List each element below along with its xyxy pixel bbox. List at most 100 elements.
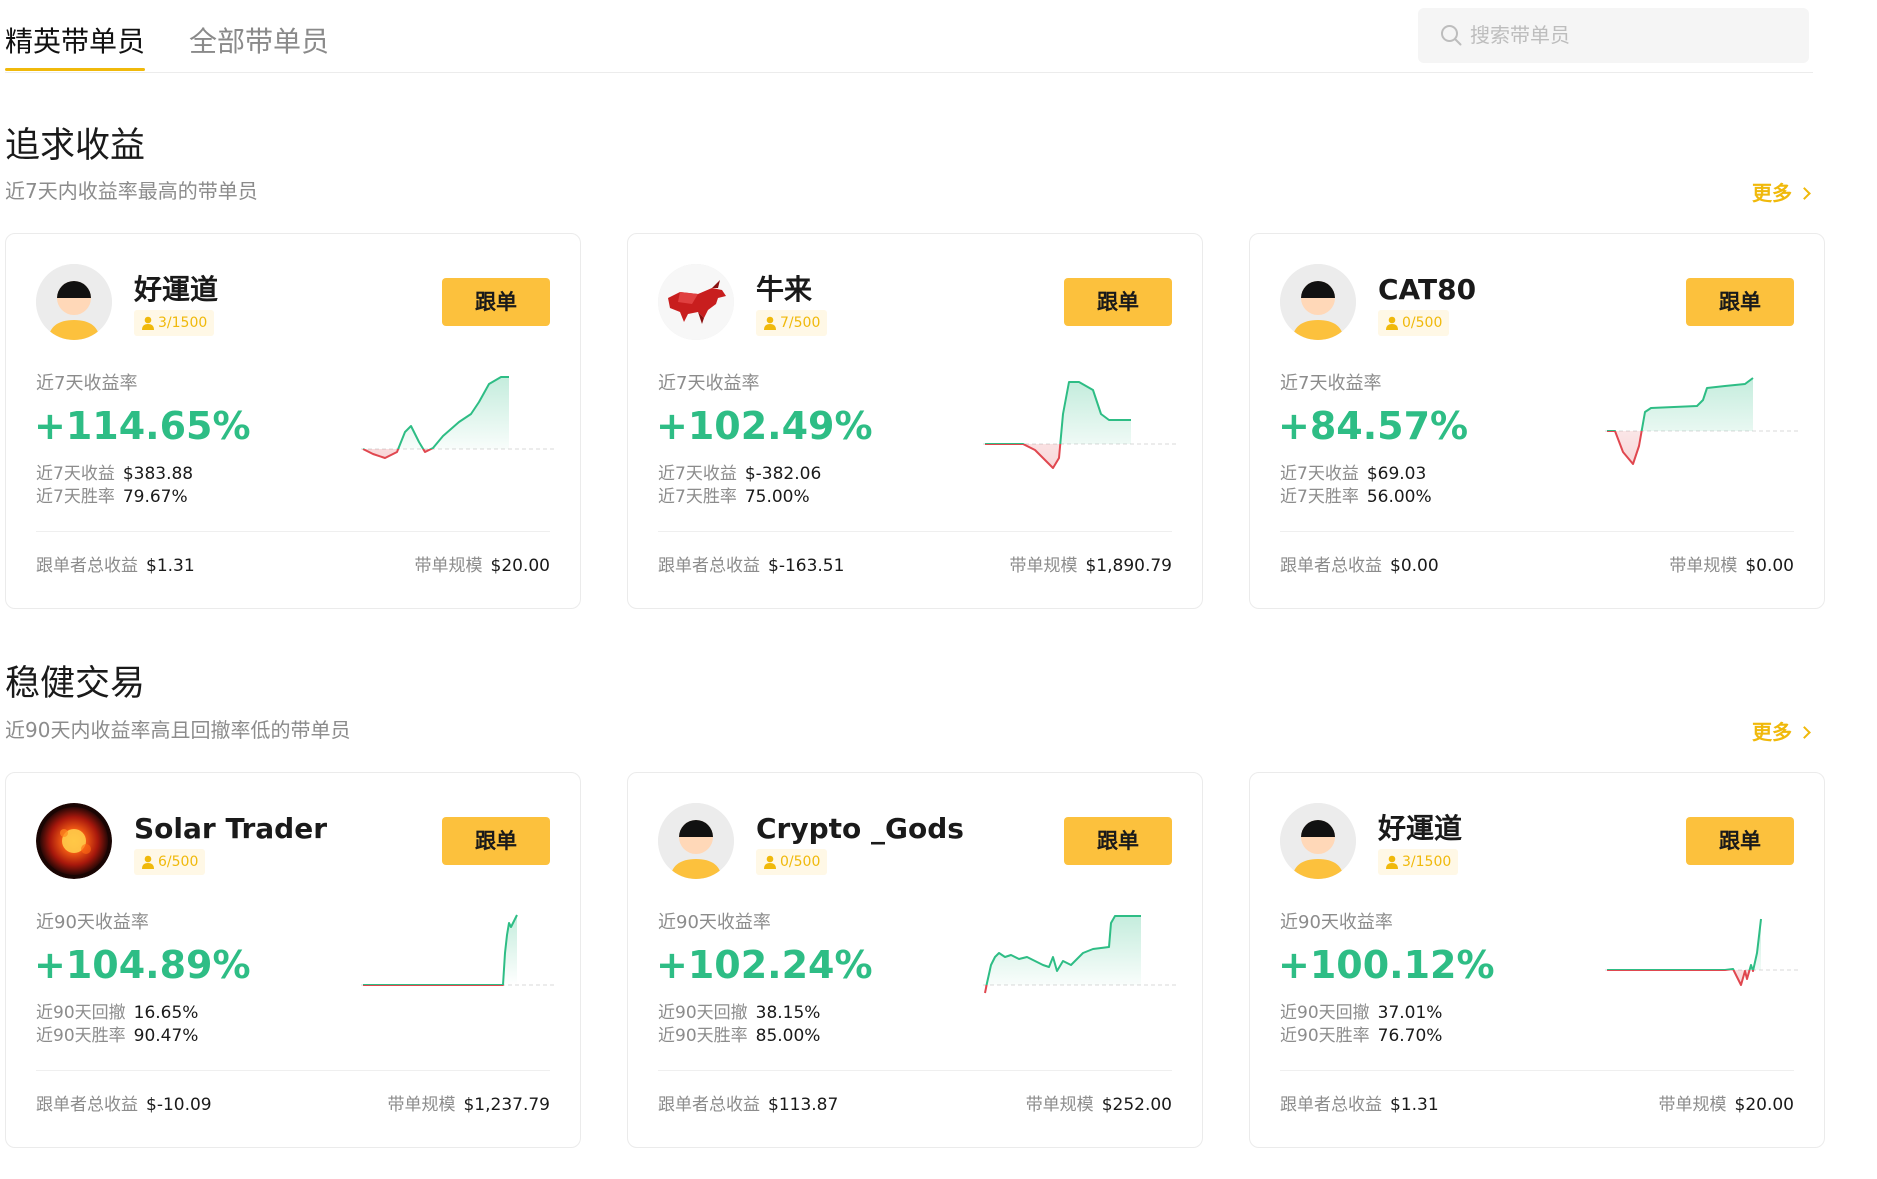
follower-pnl-label: 跟单者总收益: [36, 1095, 138, 1115]
follower-pnl-value: $1.31: [146, 556, 195, 576]
follower-pnl: 跟单者总收益 $113.87: [658, 1093, 838, 1117]
trader-name[interactable]: Crypto _Gods: [756, 811, 964, 847]
follower-count: 7/500: [780, 315, 821, 331]
stat-label: 近7天胜率: [36, 487, 115, 507]
trader-name[interactable]: 好運道: [1378, 811, 1462, 847]
stat-label: 近7天收益: [36, 464, 115, 484]
aum: 带单规模 $1,890.79: [1009, 554, 1172, 578]
trader-card[interactable]: Crypto _Gods 0/500 跟单 近90天收益率 +102.24% 近90天回撤…: [627, 772, 1203, 1148]
stat-row: 近90天回撤 16.65%: [36, 1001, 198, 1025]
pnl-sparkline: [361, 913, 556, 1023]
stat-label: 近7天收益: [658, 464, 737, 484]
follower-pnl-label: 跟单者总收益: [36, 556, 138, 576]
tab-all-traders[interactable]: 全部带单员: [189, 24, 329, 60]
divider: [658, 1070, 1172, 1071]
follower-count: 6/500: [158, 854, 199, 870]
stat-row: 近7天胜率 75.00%: [658, 485, 810, 509]
search-placeholder: 搜索带单员: [1470, 23, 1570, 47]
stat-row: 近7天收益 $-382.06: [658, 462, 821, 486]
person-icon: [764, 855, 776, 869]
stat-row: 近7天胜率 56.00%: [1280, 485, 1432, 509]
follower-pnl: 跟单者总收益 $-163.51: [658, 554, 844, 578]
avatar[interactable]: [36, 264, 112, 340]
aum-label: 带单规模: [1025, 1095, 1094, 1115]
aum-value: $1,237.79: [463, 1095, 550, 1115]
search-input[interactable]: 搜索带单员: [1418, 8, 1809, 63]
trader-card[interactable]: 好運道 3/1500 跟单 近90天收益率 +100.12% 近90天回撤 37.01% 近9…: [1249, 772, 1825, 1148]
follow-button[interactable]: 跟单: [1686, 817, 1794, 865]
trader-card[interactable]: 好運道 3/1500 跟单 近7天收益率 +114.65% 近7天收益 $383.88 近7天…: [5, 233, 581, 609]
trader-card[interactable]: 牛来 7/500 跟单 近7天收益率 +102.49% 近7天收益 $-382.06 近7天胜…: [627, 233, 1203, 609]
more-label: 更多: [1752, 181, 1792, 205]
follower-count-badge: 3/1500: [134, 310, 215, 336]
more-link-steady[interactable]: 更多: [1752, 719, 1811, 745]
follower-pnl-value: $1.31: [1390, 1095, 1439, 1115]
stat-value: 75.00%: [744, 487, 810, 507]
follow-button[interactable]: 跟单: [442, 817, 550, 865]
trader-card[interactable]: CAT80 0/500 跟单 近7天收益率 +84.57% 近7天收益 $69.03 近7天胜…: [1249, 233, 1825, 609]
follower-pnl-label: 跟单者总收益: [1280, 556, 1382, 576]
person-icon: [142, 316, 154, 330]
stat-value: 37.01%: [1377, 1003, 1443, 1023]
aum-label: 带单规模: [1009, 556, 1078, 576]
stat-value: 16.65%: [133, 1003, 199, 1023]
stat-row: 近7天收益 $383.88: [36, 462, 193, 486]
trader-name[interactable]: Solar Trader: [134, 811, 327, 847]
stat-row: 近90天胜率 76.70%: [1280, 1024, 1442, 1048]
aum-value: $1,890.79: [1085, 556, 1172, 576]
stat-label: 近90天胜率: [1280, 1026, 1370, 1046]
follower-count-badge: 0/500: [756, 849, 828, 875]
metric-label: 近90天收益率: [1280, 912, 1393, 933]
aum-label: 带单规模: [1658, 1095, 1727, 1115]
follower-count: 0/500: [1402, 315, 1443, 331]
stat-value: $383.88: [122, 464, 194, 484]
follower-count-badge: 7/500: [756, 310, 828, 336]
follow-button[interactable]: 跟单: [1686, 278, 1794, 326]
follow-button[interactable]: 跟单: [1064, 817, 1172, 865]
pnl-sparkline: [1605, 374, 1800, 484]
aum-label: 带单规模: [414, 556, 483, 576]
pnl-sparkline: [361, 374, 556, 484]
stat-label: 近7天收益: [1280, 464, 1359, 484]
avatar[interactable]: [36, 803, 112, 879]
follower-pnl: 跟单者总收益 $0.00: [1280, 554, 1439, 578]
tab-elite-traders[interactable]: 精英带单员: [5, 24, 146, 71]
divider: [36, 531, 550, 532]
stat-label: 近90天回撤: [658, 1003, 748, 1023]
avatar[interactable]: [1280, 803, 1356, 879]
trader-card[interactable]: Solar Trader 6/500 跟单 近90天收益率 +104.89% 近90天回撤…: [5, 772, 581, 1148]
trader-name[interactable]: CAT80: [1378, 272, 1476, 308]
section-subtitle-steady: 近90天内收益率高且回撤率低的带单员: [5, 718, 351, 742]
follow-button[interactable]: 跟单: [1064, 278, 1172, 326]
section-title-steady: 稳健交易: [5, 664, 146, 704]
metric-label: 近7天收益率: [658, 373, 760, 394]
more-link-profit[interactable]: 更多: [1752, 180, 1811, 206]
follow-button[interactable]: 跟单: [442, 278, 550, 326]
follower-count-badge: 0/500: [1378, 310, 1450, 336]
aum-value: $252.00: [1101, 1095, 1172, 1115]
avatar[interactable]: [658, 803, 734, 879]
stat-label: 近90天胜率: [36, 1026, 126, 1046]
aum-value: $20.00: [490, 556, 550, 576]
follower-pnl-value: $113.87: [768, 1095, 839, 1115]
stat-value: $-382.06: [744, 464, 822, 484]
stat-row: 近7天胜率 79.67%: [36, 485, 188, 509]
search-icon: [1441, 25, 1462, 46]
divider: [1280, 1070, 1794, 1071]
trader-name[interactable]: 好運道: [134, 272, 218, 308]
metric-value: +84.57%: [1278, 404, 1469, 448]
metric-value: +114.65%: [34, 404, 251, 448]
divider: [36, 1070, 550, 1071]
metric-value: +100.12%: [1278, 943, 1495, 987]
stat-label: 近7天胜率: [1280, 487, 1359, 507]
trader-name[interactable]: 牛来: [756, 272, 812, 308]
follower-pnl: 跟单者总收益 $1.31: [1280, 1093, 1439, 1117]
stat-value: $69.03: [1366, 464, 1427, 484]
aum: 带单规模 $252.00: [1026, 1093, 1172, 1117]
person-icon: [1386, 855, 1398, 869]
metric-label: 近7天收益率: [1280, 373, 1382, 394]
aum-label: 带单规模: [387, 1095, 456, 1115]
metric-label: 近7天收益率: [36, 373, 138, 394]
avatar[interactable]: [1280, 264, 1356, 340]
avatar[interactable]: [658, 264, 734, 340]
